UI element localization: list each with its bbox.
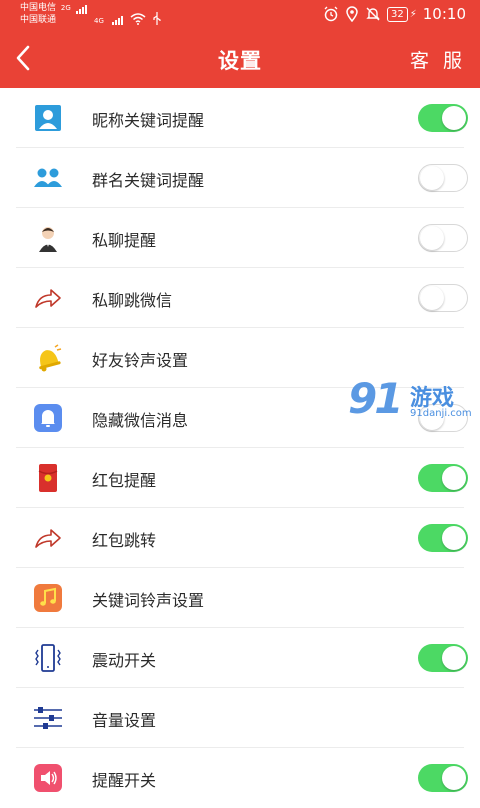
toggle-switch[interactable] [418,464,468,492]
setting-private-chat-jump[interactable]: 私聊跳微信 [0,268,480,328]
clock: 10:10 [422,5,466,23]
signal-icon [75,2,88,14]
share-arrow-icon [35,529,61,548]
battery-indicator: 32 [387,6,408,22]
setting-label: 私聊跳微信 [92,291,173,310]
toggle-switch[interactable] [418,644,468,672]
toggle-knob [442,106,466,130]
page-title: 设置 [218,49,262,73]
toggle-knob [442,766,466,790]
toggle-knob [420,226,444,250]
group-icon [34,168,62,187]
toggle-knob [420,286,444,310]
toggle-switch[interactable] [418,164,468,192]
toggle-switch[interactable] [418,404,468,432]
setting-label: 关键词铃声设置 [92,591,205,610]
charging-icon: ⚡ [409,8,417,20]
setting-label: 隐藏微信消息 [92,411,189,430]
wifi-icon [130,13,146,25]
setting-label: 好友铃声设置 [92,351,189,370]
location-icon [346,6,358,22]
setting-volume[interactable]: 音量设置 [0,688,480,748]
volume-sliders-icon [34,707,62,729]
setting-group-keyword[interactable]: 群名关键词提醒 [0,148,480,208]
setting-label: 私聊提醒 [92,231,157,250]
toggle-knob [420,406,444,430]
red-packet-icon [38,464,58,492]
setting-label: 提醒开关 [92,771,157,790]
toggle-knob [420,166,444,190]
carrier2-network: 4G [94,17,104,25]
carrier1-name: 中国电信 [20,3,57,13]
settings-list: 昵称关键词提醒 群名关键词提醒 私聊提醒 私聊跳微信 好友铃声设置 隐藏微信消息… [0,88,480,808]
setting-reminder-switch[interactable]: 提醒开关 [0,748,480,808]
toggle-switch[interactable] [418,104,468,132]
usb-icon [153,12,161,25]
speaker-icon [34,764,62,792]
carrier2-name: 中国联通 [20,15,57,25]
setting-keyword-ringtone[interactable]: 关键词铃声设置 [0,568,480,628]
setting-hide-wechat-message[interactable]: 隐藏微信消息 [0,388,480,448]
alarm-icon [324,6,338,22]
toggle-knob [442,526,466,550]
setting-vibration[interactable]: 震动开关 [0,628,480,688]
toggle-switch[interactable] [418,764,468,792]
setting-nickname-keyword[interactable]: 昵称关键词提醒 [0,88,480,148]
status-bar: 中国电信 2G 中国联通 4G 32 ⚡ 10:10 [0,0,480,30]
setting-red-packet-jump[interactable]: 红包跳转 [0,508,480,568]
setting-red-packet-reminder[interactable]: 红包提醒 [0,448,480,508]
notification-bell-icon [34,404,62,432]
signal-icon [111,6,124,25]
setting-label: 群名关键词提醒 [92,171,205,190]
setting-label: 震动开关 [92,651,157,670]
setting-label: 红包跳转 [92,531,157,550]
music-icon [34,584,62,612]
setting-label: 昵称关键词提醒 [92,111,205,130]
header: 设置 客 服 [0,30,480,88]
bell-icon [39,344,62,372]
setting-label: 音量设置 [92,711,157,730]
setting-private-chat[interactable]: 私聊提醒 [0,208,480,268]
toggle-switch[interactable] [418,224,468,252]
person-icon [35,105,61,131]
carrier-info: 中国电信 2G 中国联通 [20,2,88,26]
vibrate-icon [35,644,61,672]
toggle-switch[interactable] [418,524,468,552]
toggle-switch[interactable] [418,284,468,312]
toggle-knob [442,466,466,490]
toggle-knob [442,646,466,670]
mute-bell-icon [366,7,380,21]
share-arrow-icon [35,289,61,308]
setting-friend-ringtone[interactable]: 好友铃声设置 [0,328,480,388]
customer-service-button[interactable]: 客 服 [410,46,466,73]
carrier1-network: 2G [60,4,71,12]
setting-label: 红包提醒 [92,471,157,490]
private-chat-icon [39,227,57,252]
